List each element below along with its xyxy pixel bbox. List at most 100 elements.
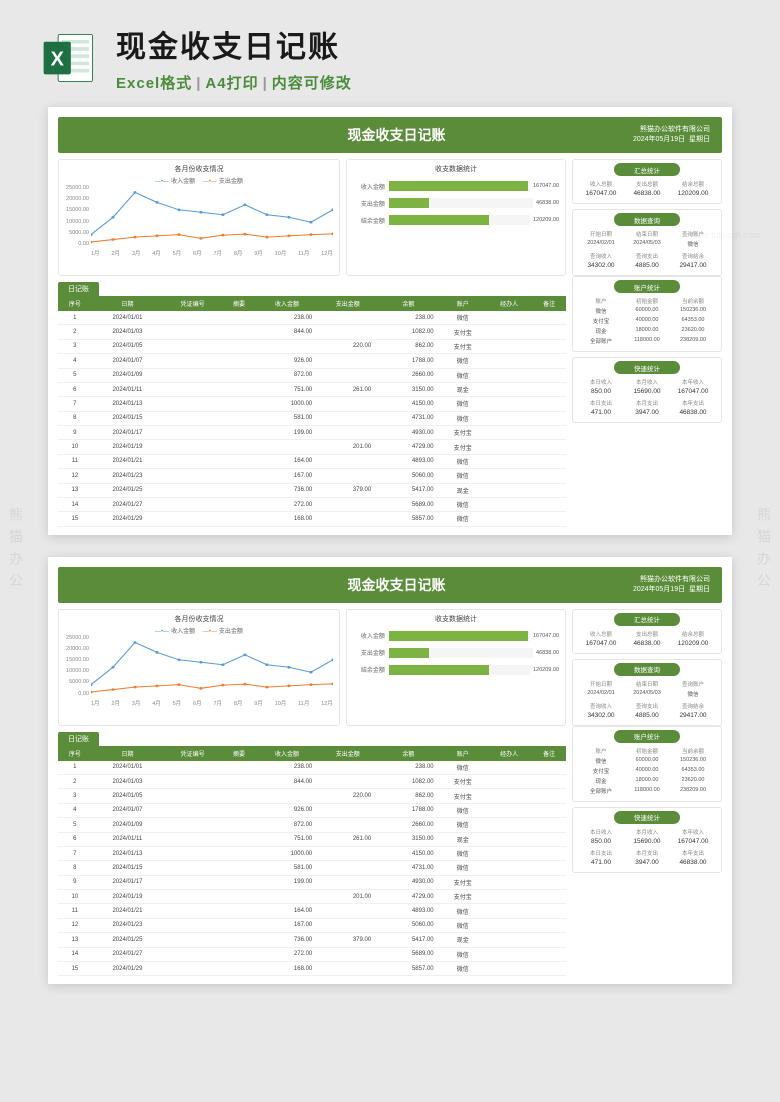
top-banner: X 现金收支日记账 Excel格式|A4打印|内容可修改 bbox=[0, 0, 780, 107]
account-row: 支付宝40000.0064353.00 bbox=[578, 766, 716, 776]
table-row: 32024/01/05220.00862.00支付宝 bbox=[58, 789, 566, 803]
table-row: 42024/01/07926.001788.00微信 bbox=[58, 803, 566, 817]
stats-bar-card: 收支数据统计 收入金额167047.00 支出金额46838.00 结余金额1202… bbox=[346, 609, 566, 726]
horizontal-bars: 收入金额167047.00 支出金额46838.00 结余金额120209.00 bbox=[353, 181, 559, 225]
table-row: 72024/01/131000.004150.00微信 bbox=[58, 846, 566, 860]
table-row: 12024/01/01238.00238.00微信 bbox=[58, 761, 566, 775]
table-row: 82024/01/15581.004731.00微信 bbox=[58, 861, 566, 875]
query-pill: 数据查询 bbox=[614, 663, 680, 676]
header-meta: 熊猫办公软件有限公司 2024年05月19日 星期日 bbox=[633, 125, 710, 145]
watermark-left: 熊猫办公 bbox=[6, 507, 26, 595]
account-block: 账户统计 账户初始金额当前余额 微信60000.00150236.00支付宝40… bbox=[572, 726, 722, 802]
hbar-row: 收入金额167047.00 bbox=[353, 631, 559, 641]
account-row: 全部账户118000.00238209.00 bbox=[578, 336, 716, 346]
table-row: 22024/01/03844.001082.00支付宝 bbox=[58, 775, 566, 789]
url-watermark: www.tukuppt.com bbox=[689, 230, 760, 240]
summary-pill: 汇总统计 bbox=[614, 163, 680, 176]
stats-bar-title: 收支数据统计 bbox=[353, 164, 559, 174]
table-row: 32024/01/05220.00862.00支付宝 bbox=[58, 339, 566, 353]
table-row: 122024/01/23167.005060.00微信 bbox=[58, 469, 566, 483]
table-row: 82024/01/15581.004731.00微信 bbox=[58, 411, 566, 425]
account-row: 微信60000.00150236.00 bbox=[578, 756, 716, 766]
account-pill: 账户统计 bbox=[614, 280, 680, 293]
journal-label: 日记账 bbox=[58, 282, 99, 296]
horizontal-bars: 收入金额167047.00 支出金额46838.00 结余金额120209.00 bbox=[353, 631, 559, 675]
monthly-chart-card: 各月份收支情况 收入金额 支出金额 25000.0020000.0015000.… bbox=[58, 609, 340, 726]
account-row: 微信60000.00150236.00 bbox=[578, 306, 716, 316]
table-row: 132024/01/25736.00379.005417.00现金 bbox=[58, 483, 566, 497]
table-row: 62024/01/11751.00261.003150.00现金 bbox=[58, 832, 566, 846]
hbar-row: 支出金额46838.00 bbox=[353, 198, 559, 208]
query-block: 数据查询 开始日期结束日期查询账户 2024/02/012024/05/03微信… bbox=[572, 209, 722, 276]
account-block: 账户统计 账户初始金额当前余额 微信60000.00150236.00支付宝40… bbox=[572, 276, 722, 352]
table-row: 52024/01/09872.002660.00微信 bbox=[58, 818, 566, 832]
journal-table: 序号日期凭证编号摘要收入金额支出金额余额账户经办人备注 12024/01/012… bbox=[58, 296, 566, 527]
side-panel-lower: 账户统计 账户初始金额当前余额 微信60000.00150236.00支付宝40… bbox=[572, 276, 722, 527]
summary-block: 汇总统计 收入总额支出总额结余总额 167047.0046838.0012020… bbox=[572, 609, 722, 654]
table-row: 142024/01/27272.005689.00微信 bbox=[58, 947, 566, 961]
table-row: 22024/01/03844.001082.00支付宝 bbox=[58, 325, 566, 339]
monthly-chart-title: 各月份收支情况 bbox=[65, 614, 333, 624]
template-page-2: 现金收支日记账 熊猫办公软件有限公司 2024年05月19日 星期日 各月份收支… bbox=[48, 557, 732, 985]
x-axis: 1月2月3月4月5月6月7月8月9月10月11月12月 bbox=[91, 249, 333, 257]
query-block: 数据查询 开始日期结束日期查询账户 2024/02/012024/05/03微信… bbox=[572, 659, 722, 726]
table-body: 12024/01/01238.00238.00微信22024/01/03844.… bbox=[58, 311, 566, 526]
journal-label: 日记账 bbox=[58, 732, 99, 746]
table-row: 92024/01/17199.004930.00支付宝 bbox=[58, 875, 566, 889]
page-header: 现金收支日记账 熊猫办公软件有限公司 2024年05月19日 星期日 bbox=[58, 117, 722, 153]
quick-block: 快速统计 本日收入本月收入本年收入 850.0015690.00167047.0… bbox=[572, 357, 722, 423]
stats-bar-title: 收支数据统计 bbox=[353, 614, 559, 624]
query-pill: 数据查询 bbox=[614, 213, 680, 226]
monthly-chart-card: 各月份收支情况 收入金额 支出金额 25000.0020000.0015000.… bbox=[58, 159, 340, 276]
table-body: 12024/01/01238.00238.00微信22024/01/03844.… bbox=[58, 761, 566, 976]
page-header: 现金收支日记账 熊猫办公软件有限公司 2024年05月19日 星期日 bbox=[58, 567, 722, 603]
hbar-row: 结余金额120209.00 bbox=[353, 665, 559, 675]
side-panel: 汇总统计 收入总额支出总额结余总额 167047.0046838.0012020… bbox=[572, 159, 722, 276]
hbar-row: 收入金额167047.00 bbox=[353, 181, 559, 191]
y-axis: 25000.0020000.0015000.0010000.005000.000… bbox=[65, 185, 89, 247]
table-row: 102024/01/19201.004729.00支付宝 bbox=[58, 890, 566, 904]
table-header-row: 序号日期凭证编号摘要收入金额支出金额余额账户经办人备注 bbox=[58, 746, 566, 761]
hbar-row: 结余金额120209.00 bbox=[353, 215, 559, 225]
template-page-1: 现金收支日记账 熊猫办公软件有限公司 2024年05月19日 星期日 各月份收支… bbox=[48, 107, 732, 535]
line-chart: 25000.0020000.0015000.0010000.005000.000… bbox=[65, 185, 333, 257]
journal-main: 日记账 序号日期凭证编号摘要收入金额支出金额余额账户经办人备注 12024/01… bbox=[58, 276, 566, 527]
account-row: 现金18000.0023620.00 bbox=[578, 776, 716, 786]
monthly-chart-title: 各月份收支情况 bbox=[65, 164, 333, 174]
table-row: 62024/01/11751.00261.003150.00现金 bbox=[58, 382, 566, 396]
journal-main: 日记账 序号日期凭证编号摘要收入金额支出金额余额账户经办人备注 12024/01… bbox=[58, 726, 566, 977]
excel-icon: X bbox=[40, 29, 98, 87]
chart-legend: 收入金额 支出金额 bbox=[65, 176, 333, 185]
watermark-right: 熊猫办公 bbox=[754, 507, 774, 595]
account-row: 支付宝40000.0064353.00 bbox=[578, 316, 716, 326]
banner-title: 现金收支日记账 bbox=[116, 22, 352, 66]
table-row: 112024/01/21164.004893.00微信 bbox=[58, 454, 566, 468]
account-row: 全部账户118000.00238209.00 bbox=[578, 786, 716, 796]
y-axis: 25000.0020000.0015000.0010000.005000.000… bbox=[65, 635, 89, 697]
chart-legend: 收入金额 支出金额 bbox=[65, 626, 333, 635]
table-header-row: 序号日期凭证编号摘要收入金额支出金额余额账户经办人备注 bbox=[58, 296, 566, 311]
banner-subtitle: Excel格式|A4打印|内容可修改 bbox=[116, 72, 352, 93]
table-row: 142024/01/27272.005689.00微信 bbox=[58, 497, 566, 511]
table-row: 112024/01/21164.004893.00微信 bbox=[58, 904, 566, 918]
table-row: 102024/01/19201.004729.00支付宝 bbox=[58, 440, 566, 454]
x-axis: 1月2月3月4月5月6月7月8月9月10月11月12月 bbox=[91, 699, 333, 707]
quick-block: 快速统计 本日收入本月收入本年收入 850.0015690.00167047.0… bbox=[572, 807, 722, 873]
account-row: 现金18000.0023620.00 bbox=[578, 326, 716, 336]
table-row: 72024/01/131000.004150.00微信 bbox=[58, 397, 566, 411]
table-row: 52024/01/09872.002660.00微信 bbox=[58, 368, 566, 382]
side-panel: 汇总统计 收入总额支出总额结余总额 167047.0046838.0012020… bbox=[572, 609, 722, 726]
pages-wrap: 现金收支日记账 熊猫办公软件有限公司 2024年05月19日 星期日 各月份收支… bbox=[0, 107, 780, 1014]
hbar-row: 支出金额46838.00 bbox=[353, 648, 559, 658]
table-row: 12024/01/01238.00238.00微信 bbox=[58, 311, 566, 325]
table-row: 122024/01/23167.005060.00微信 bbox=[58, 918, 566, 932]
line-chart: 25000.0020000.0015000.0010000.005000.000… bbox=[65, 635, 333, 707]
table-row: 132024/01/25736.00379.005417.00现金 bbox=[58, 933, 566, 947]
side-panel-lower: 账户统计 账户初始金额当前余额 微信60000.00150236.00支付宝40… bbox=[572, 726, 722, 977]
summary-block: 汇总统计 收入总额支出总额结余总额 167047.0046838.0012020… bbox=[572, 159, 722, 204]
header-meta: 熊猫办公软件有限公司 2024年05月19日 星期日 bbox=[633, 575, 710, 595]
table-row: 42024/01/07926.001788.00微信 bbox=[58, 354, 566, 368]
table-row: 152024/01/29168.005857.00微信 bbox=[58, 961, 566, 975]
table-row: 152024/01/29168.005857.00微信 bbox=[58, 512, 566, 526]
summary-pill: 汇总统计 bbox=[614, 613, 680, 626]
